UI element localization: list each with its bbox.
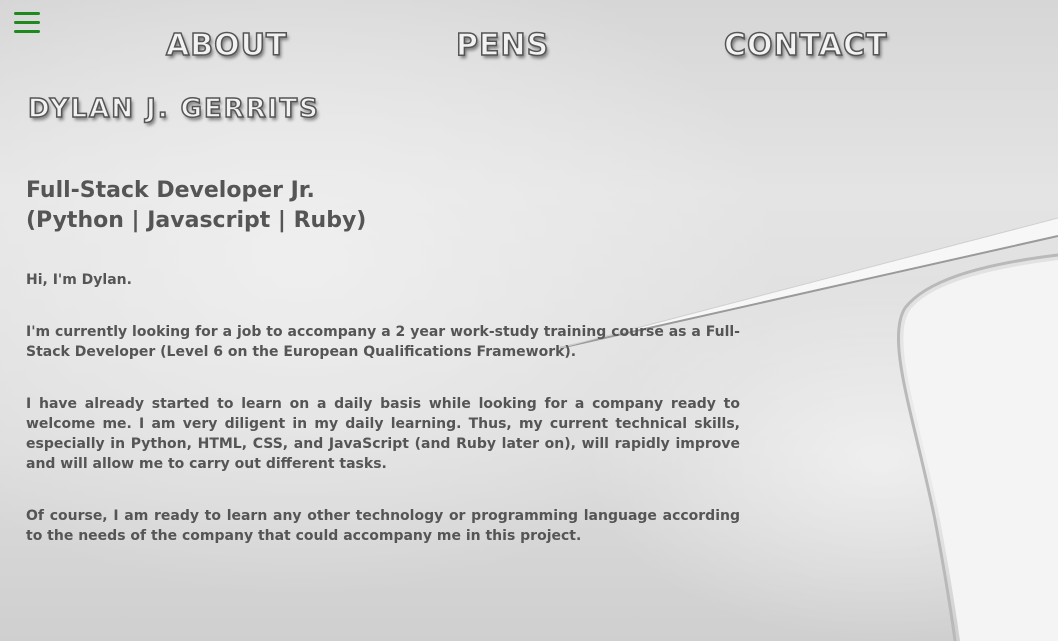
top-navigation: ABOUT PENS CONTACT: [0, 27, 1058, 72]
menu-bar-middle: [14, 21, 40, 24]
nav-link-pens[interactable]: PENS: [455, 27, 549, 64]
headline-role: Full-Stack Developer Jr.: [26, 178, 315, 203]
headline-languages: (Python | Javascript | Ruby): [26, 208, 367, 233]
about-paragraph-openness: Of course, I am ready to learn any other…: [26, 508, 740, 544]
menu-bar-top: [14, 12, 40, 15]
about-paragraph-learning: I have already started to learn on a dai…: [26, 396, 740, 472]
about-paragraph-job-search: I'm currently looking for a job to accom…: [26, 324, 740, 360]
nav-link-about[interactable]: ABOUT: [165, 27, 287, 64]
about-paragraph-greeting: Hi, I'm Dylan.: [26, 272, 132, 288]
nav-link-contact[interactable]: CONTACT: [723, 27, 887, 64]
site-brand-name: DYLAN J. GERRITS: [27, 93, 320, 125]
page-headline: Full-Stack Developer Jr. (Python | Javas…: [26, 176, 366, 236]
about-section: Hi, I'm Dylan. I'm currently looking for…: [26, 270, 740, 578]
